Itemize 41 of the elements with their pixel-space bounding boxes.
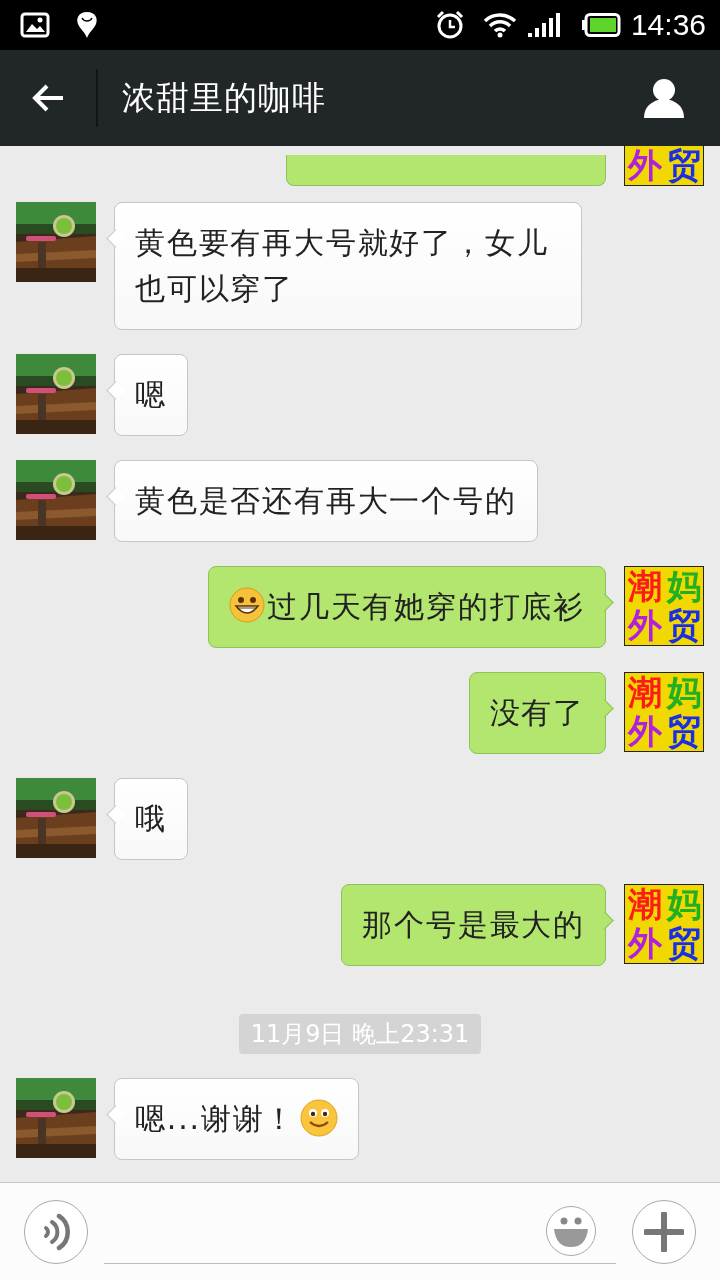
back-arrow-icon <box>31 83 65 113</box>
battery-icon <box>580 13 621 37</box>
grin-emoji-icon <box>229 587 265 623</box>
avatar[interactable]: 潮妈 外 贸 <box>624 566 704 646</box>
avatar-character: 外 <box>626 146 663 185</box>
wifi-icon <box>482 12 517 38</box>
clock-time: 14:36 <box>630 10 706 40</box>
avatar-character: 贸 <box>665 712 702 751</box>
chat-title: 浓甜里的咖啡 <box>122 76 327 119</box>
balloon-icon <box>74 10 100 40</box>
message-text: 那个号是最大的 <box>362 907 585 942</box>
alarm-icon <box>434 10 465 40</box>
avatar-character: 外 <box>626 924 663 963</box>
avatar-character: 潮 <box>626 885 663 924</box>
message-text: 没有了 <box>489 695 585 730</box>
avatar-character: 外 <box>626 606 663 645</box>
smile-emoji-icon <box>300 1099 339 1137</box>
avatar-character: 贸 <box>665 146 702 185</box>
avatar-character: 贸 <box>665 924 702 963</box>
message-text: 过几天有她穿的打底衫 <box>267 589 585 624</box>
message-text: 黄色要有再大号就好了，女儿也可以穿了 <box>135 225 549 306</box>
avatar-character: 潮 <box>626 673 663 712</box>
avatar-character: 外 <box>626 712 663 751</box>
avatar[interactable]: 潮妈 外 贸 <box>624 884 704 964</box>
avatar-character: 妈 <box>665 885 702 924</box>
sound-waves-icon <box>42 1212 70 1251</box>
avatar[interactable]: 潮妈 外 贸 <box>624 672 704 752</box>
message-text: 黄色是否还有再大一个号的 <box>135 483 517 518</box>
avatar-character: 妈 <box>665 567 702 606</box>
message-text: 嗯...谢谢！ <box>135 1101 297 1136</box>
emoji-button[interactable] <box>546 1206 596 1256</box>
signal-icon <box>526 12 561 38</box>
message-text: 哦 <box>135 801 167 836</box>
message-text: 嗯 <box>135 377 167 412</box>
avatar-character: 潮 <box>626 567 663 606</box>
avatar[interactable]: 外 贸 <box>624 146 704 186</box>
avatar-character: 妈 <box>665 673 702 712</box>
plus-icon <box>644 1211 684 1252</box>
avatar-character: 贸 <box>665 606 702 645</box>
picture-notification-icon <box>20 12 50 38</box>
person-icon <box>642 78 686 118</box>
